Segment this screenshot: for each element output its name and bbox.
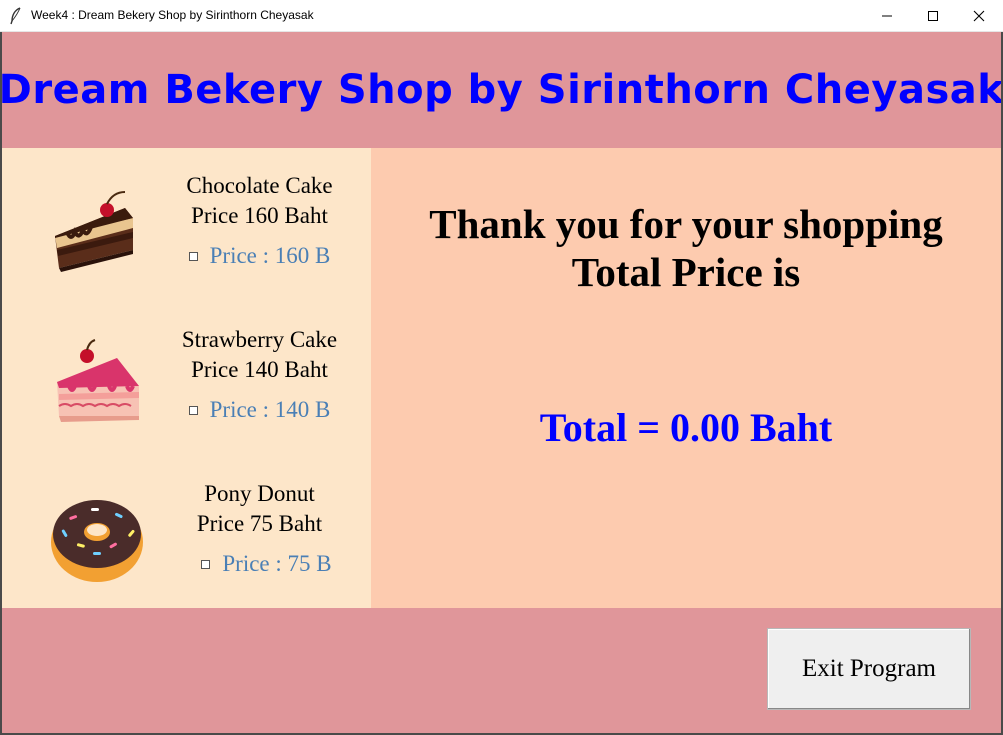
shop-title: Dream Bekery Shop by Sirinthorn Cheyasak	[0, 67, 1003, 113]
total-amount: Total = 0.00 Baht	[539, 405, 833, 450]
summary-panel: Thank you for your shopping Total Price …	[371, 148, 1001, 608]
maximize-button[interactable]	[910, 0, 956, 32]
close-icon	[973, 10, 985, 22]
minimize-icon	[882, 15, 892, 17]
product-panel: Chocolate Cake Price 160 Baht Price : 16…	[2, 148, 371, 608]
product-price: Price 160 Baht	[191, 203, 328, 228]
product-name: Strawberry Cake	[181, 327, 338, 352]
close-button[interactable]	[956, 0, 1002, 32]
product-item-strawberry-cake: Strawberry Cake Price 140 Baht Price : 1…	[2, 302, 371, 452]
checkbox-label: Price : 140 B	[209, 397, 331, 422]
checkbox-box[interactable]	[201, 559, 211, 569]
maximize-icon	[928, 11, 938, 21]
donut-icon	[51, 500, 143, 582]
product-item-pony-donut: Pony Donut Price 75 Baht Price : 75 B	[2, 456, 371, 606]
minimize-button[interactable]	[864, 0, 910, 32]
product-item-chocolate-cake: Chocolate Cake Price 160 Baht Price : 16…	[2, 148, 371, 298]
checkbox-box[interactable]	[188, 251, 198, 261]
chocolate-cake-checkbox[interactable]: Price : 160 B	[152, 243, 367, 269]
strawberry-cake-icon	[57, 339, 139, 422]
app-header: Dream Bekery Shop by Sirinthorn Cheyasak	[0, 32, 1003, 148]
checkbox-label: Price : 75 B	[222, 551, 332, 576]
window-title: Week4 : Dream Bekery Shop by Sirinthorn …	[31, 8, 314, 22]
strawberry-cake-checkbox[interactable]: Price : 140 B	[152, 397, 367, 423]
product-name: Pony Donut	[204, 481, 315, 506]
product-name: Chocolate Cake	[186, 173, 333, 198]
product-price: Price 140 Baht	[191, 357, 328, 382]
feather-icon	[10, 7, 21, 25]
exit-button[interactable]: Exit Program	[767, 628, 971, 710]
product-price: Price 75 Baht	[196, 511, 323, 536]
pony-donut-checkbox[interactable]: Price : 75 B	[159, 551, 374, 577]
checkbox-box[interactable]	[188, 405, 198, 415]
total-price-heading: Total Price is	[571, 249, 801, 295]
chocolate-cake-icon	[55, 191, 133, 272]
checkbox-label: Price : 160 B	[209, 243, 331, 268]
thank-you-text: Thank you for your shopping	[429, 201, 943, 247]
window-titlebar: Week4 : Dream Bekery Shop by Sirinthorn …	[0, 0, 1003, 32]
